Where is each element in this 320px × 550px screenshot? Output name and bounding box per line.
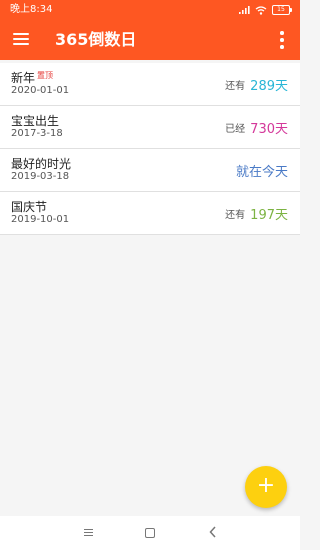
app-bar: 365倒数日 xyxy=(0,20,300,60)
status-time: 晚上8:34 xyxy=(10,4,53,15)
signal-icon xyxy=(239,6,250,14)
event-item-baby-born[interactable]: 宝宝出生 2017-3-18 已经 730天 xyxy=(0,106,300,149)
event-date: 2020-01-01 xyxy=(11,85,70,96)
home-icon[interactable] xyxy=(145,528,155,538)
add-event-button[interactable]: + xyxy=(245,466,287,508)
event-name: 新年 xyxy=(11,71,36,85)
event-name: 国庆节 xyxy=(11,200,48,214)
battery-level: 15 xyxy=(272,5,290,15)
more-vert-icon[interactable] xyxy=(280,31,284,49)
event-item-best-time[interactable]: 最好的时光 2019-03-18 就在今天 xyxy=(0,149,300,192)
event-item-new-year[interactable]: 新年 置顶 2020-01-01 还有 289天 xyxy=(0,63,300,106)
event-date: 2019-03-18 xyxy=(11,171,70,182)
pin-badge: 置顶 xyxy=(37,71,54,80)
event-count: 就在今天 xyxy=(235,164,288,180)
event-item-national-day[interactable]: 国庆节 2019-10-01 还有 197天 xyxy=(0,192,300,235)
status-bar: 晚上8:34 15 xyxy=(0,0,300,20)
app-title: 365倒数日 xyxy=(55,30,137,49)
event-date: 2019-10-01 xyxy=(11,214,70,225)
event-prefix: 还有 xyxy=(225,209,246,221)
event-name: 最好的时光 xyxy=(11,157,72,171)
system-nav-bar xyxy=(0,516,300,550)
battery-icon: 15 xyxy=(272,5,292,15)
event-count: 730天 xyxy=(250,121,288,137)
back-icon[interactable] xyxy=(209,526,217,538)
wifi-icon xyxy=(255,5,267,15)
recents-icon[interactable] xyxy=(84,529,93,537)
event-date: 2017-3-18 xyxy=(11,128,63,139)
event-count: 197天 xyxy=(250,207,288,223)
event-prefix: 还有 xyxy=(225,80,246,92)
event-list: 新年 置顶 2020-01-01 还有 289天 宝宝出生 2017-3-18 已… xyxy=(0,63,300,235)
menu-icon[interactable] xyxy=(13,32,29,46)
event-name: 宝宝出生 xyxy=(11,114,60,128)
event-count: 289天 xyxy=(250,78,288,94)
status-icons: 15 xyxy=(239,0,292,20)
event-prefix: 已经 xyxy=(225,123,246,135)
